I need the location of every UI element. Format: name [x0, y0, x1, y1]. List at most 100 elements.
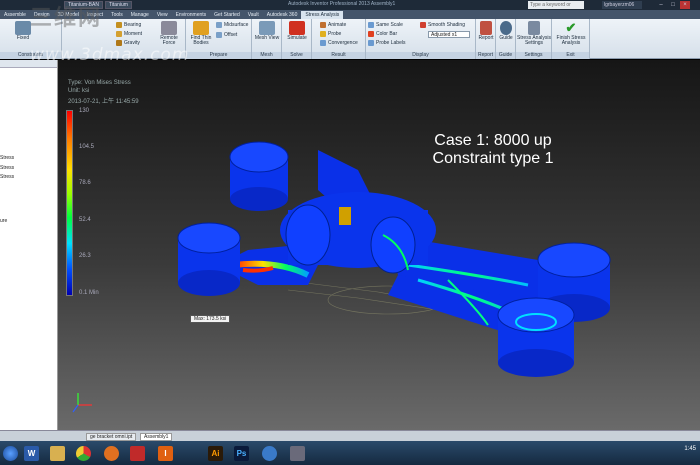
watermark-logo: 三维网 — [30, 5, 103, 30]
system-clock[interactable]: 1:45 — [650, 445, 696, 453]
fea-model[interactable] — [58, 60, 700, 430]
bearing-button[interactable]: Bearing — [116, 21, 141, 29]
word-icon[interactable]: W — [24, 446, 39, 461]
animate-button[interactable]: Animate — [320, 21, 346, 29]
panel-settings: Stress Analysis Settings Settings — [516, 19, 552, 59]
view-axes-triad — [72, 393, 92, 413]
panel-exit: ✔ Finish Stress Analysis Exit — [552, 19, 590, 59]
color-bar-icon — [368, 31, 374, 37]
convergence-button[interactable]: Convergence — [320, 39, 358, 47]
panel-display: Same Scale Color Bar Probe Labels Smooth… — [366, 19, 476, 59]
panel-label-exit: Exit — [552, 52, 589, 59]
midsurface-button[interactable]: Midsurface — [216, 21, 248, 29]
panel-label-prepare: Prepare — [186, 52, 251, 59]
same-scale-icon — [368, 22, 374, 28]
panel-solve: Simulate Solve — [282, 19, 312, 59]
adjusted-scale-dropdown[interactable]: Adjusted x1 — [428, 31, 470, 38]
puck-top — [229, 141, 289, 211]
checkmark-icon: ✔ — [565, 20, 577, 35]
help-search-input[interactable]: Type a keyword or phrase — [528, 1, 584, 16]
probe-icon — [320, 31, 326, 37]
tab-manage[interactable]: Manage — [127, 11, 153, 19]
puck-bottom — [497, 297, 575, 377]
close-icon[interactable]: × — [680, 1, 690, 9]
color-bar-button[interactable]: Color Bar — [368, 30, 397, 38]
tab-assemble[interactable]: Assemble — [0, 11, 30, 19]
report-icon — [480, 21, 492, 35]
app-title: Autodesk Inventor Professional 2013 Asse… — [288, 1, 396, 7]
web-browser-icon[interactable] — [104, 446, 119, 461]
illustrator-icon[interactable]: Ai — [208, 446, 223, 461]
globe-icon[interactable] — [262, 446, 277, 461]
doc-tab-2[interactable]: Titanium — [104, 1, 132, 9]
browser-item[interactable]: ure — [0, 218, 7, 224]
smooth-shading-dropdown[interactable]: Smooth Shading — [420, 21, 465, 29]
moment-button[interactable]: Moment — [116, 30, 142, 38]
same-scale-button[interactable]: Same Scale — [368, 21, 403, 29]
graphics-viewport[interactable]: Type: Von Mises Stress Unit: ksi 2013-07… — [58, 60, 700, 430]
panel-mesh: Mesh View Mesh — [252, 19, 282, 59]
misc-app-icon[interactable] — [290, 446, 305, 461]
central-hub — [280, 192, 436, 274]
browser-item[interactable]: Stress — [0, 155, 14, 161]
panel-label-report: Report — [476, 52, 495, 59]
simulate-icon — [289, 21, 305, 35]
simulate-button[interactable]: Simulate — [284, 21, 310, 41]
doc-tab-part[interactable]: ge bracket omni.ipt — [86, 433, 137, 441]
ribbon-tabs: Assemble Design 3D Model Inspect Tools M… — [0, 10, 700, 19]
guide-button[interactable]: Guide — [497, 21, 515, 41]
mesh-view-button[interactable]: Mesh View — [254, 21, 280, 41]
maximize-icon[interactable]: □ — [668, 1, 678, 9]
max-stress-label[interactable]: Max: 173.5 ksi — [190, 315, 231, 323]
guide-icon — [500, 21, 512, 35]
panel-label-settings: Settings — [516, 52, 551, 59]
model-browser: Stress Stress Stress ure — [0, 60, 58, 430]
panel-label-solve: Solve — [282, 52, 311, 59]
browser-header — [0, 60, 57, 68]
report-button[interactable]: Report — [477, 21, 495, 41]
probe-button[interactable]: Probe — [320, 30, 341, 38]
remote-force-button[interactable]: Remote Force — [156, 21, 182, 46]
fixed-constraint-icon — [15, 21, 31, 35]
doc-tab-assembly[interactable]: Assembly1 — [140, 433, 173, 441]
tab-tools[interactable]: Tools — [107, 11, 127, 19]
user-signin[interactable]: lgrbayerzm06 — [602, 1, 642, 9]
panel-label-display: Display — [366, 52, 475, 59]
inventor-icon[interactable]: I — [158, 446, 173, 461]
tab-environments[interactable]: Environments — [172, 11, 211, 19]
puck-left — [177, 222, 241, 296]
panel-guide: Guide Guide — [496, 19, 516, 59]
chrome-icon[interactable] — [76, 446, 91, 461]
settings-gear-icon — [528, 21, 540, 35]
panel-label-guide: Guide — [496, 52, 515, 59]
panel-report: Report Report — [476, 19, 496, 59]
panel-label-result: Result — [312, 52, 365, 59]
file-explorer-icon[interactable] — [50, 446, 65, 461]
browser-item[interactable]: Stress — [0, 165, 14, 171]
panel-prepare: Find Thin Bodies Midsurface Offset Prepa… — [186, 19, 252, 59]
panel-label-mesh: Mesh — [252, 52, 281, 59]
stress-analysis-settings-button[interactable]: Stress Analysis Settings — [517, 21, 551, 46]
offset-icon — [216, 32, 222, 38]
thin-bodies-icon — [193, 21, 209, 35]
probe-labels-button[interactable]: Probe Labels — [368, 39, 405, 47]
tab-view[interactable]: View — [153, 11, 172, 19]
tab-vault[interactable]: Vault — [244, 11, 263, 19]
browser-item[interactable]: Stress — [0, 174, 14, 180]
midsurface-icon — [216, 22, 222, 28]
offset-button[interactable]: Offset — [216, 31, 237, 39]
remote-force-icon — [161, 21, 177, 35]
finish-stress-analysis-button[interactable]: ✔ Finish Stress Analysis — [553, 21, 589, 46]
tab-autodesk-360[interactable]: Autodesk 360 — [263, 11, 302, 19]
minimize-icon[interactable]: – — [656, 1, 666, 9]
find-thin-bodies-button[interactable]: Find Thin Bodies — [188, 21, 214, 46]
probe-labels-icon — [368, 40, 374, 46]
media-player-icon[interactable] — [130, 446, 145, 461]
tab-stress-analysis[interactable]: Stress Analysis — [301, 11, 344, 19]
photoshop-icon[interactable]: Ps — [234, 446, 249, 461]
tab-get-started[interactable]: Get Started — [210, 11, 244, 19]
title-bar: Titanium-BAN Titanium Autodesk Inventor … — [0, 0, 700, 16]
panel-result: Animate Probe Convergence Result — [312, 19, 366, 59]
case-title: Case 1: 8000 up — [434, 132, 552, 149]
start-orb-icon[interactable] — [3, 446, 18, 461]
